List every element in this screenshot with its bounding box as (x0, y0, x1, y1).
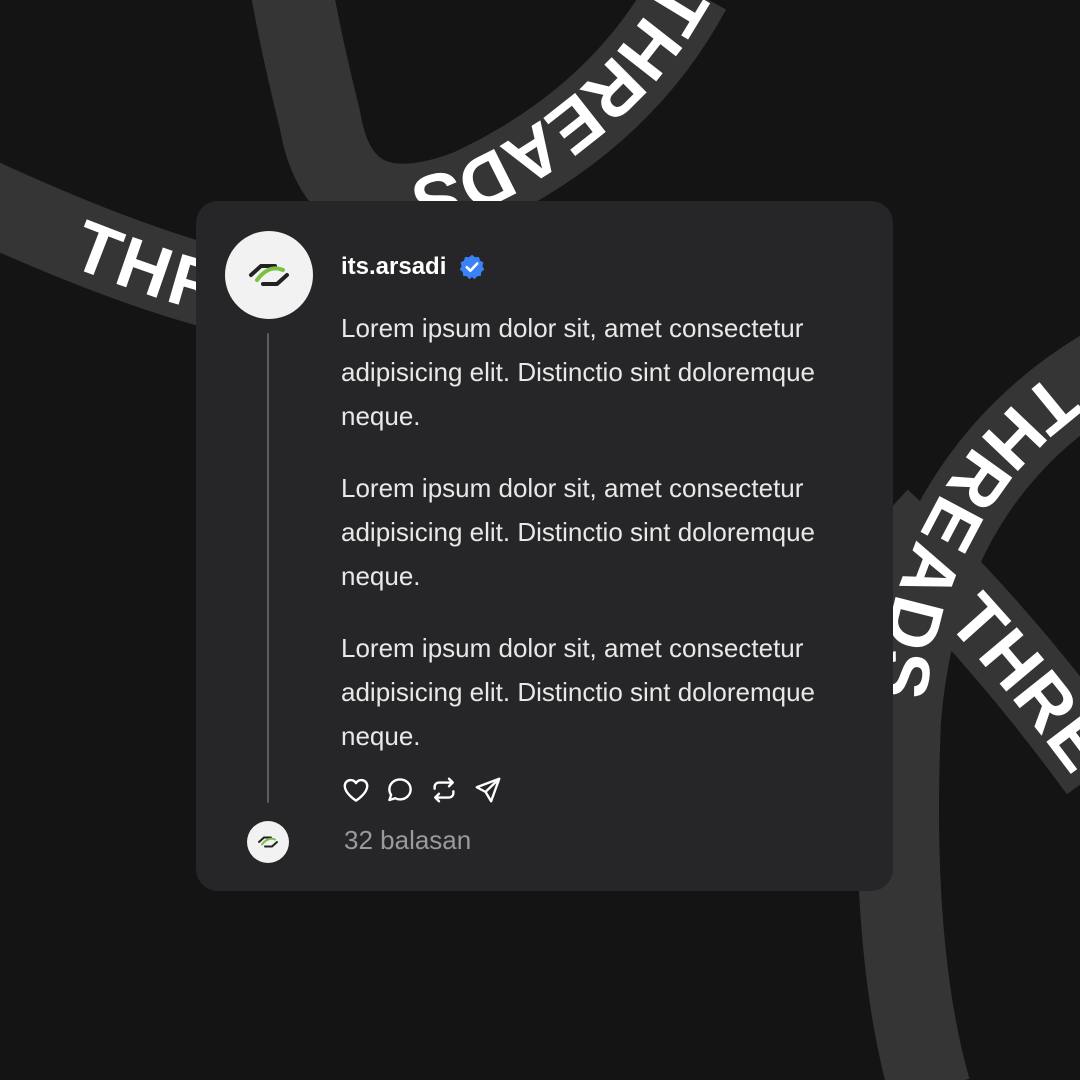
post-header: its.arsadi (341, 253, 486, 281)
share-button[interactable] (473, 775, 503, 805)
comment-icon (388, 778, 412, 802)
thread-post-card: its.arsadi Lorem ipsum dolor sit, amet c… (196, 201, 893, 891)
heart-icon (343, 778, 369, 802)
repost-button[interactable] (429, 775, 459, 805)
reply-avatar[interactable] (247, 821, 289, 863)
post-paragraph: Lorem ipsum dolor sit, amet consectetur … (341, 313, 816, 431)
threads-logo-icon (249, 264, 289, 286)
post-actions (341, 775, 503, 805)
threads-logo-icon (258, 836, 278, 848)
replies-count[interactable]: 32 balasan (344, 825, 471, 856)
post-paragraph: Lorem ipsum dolor sit, amet consectetur … (341, 633, 816, 751)
thread-connector-line (267, 333, 269, 803)
comment-button[interactable] (385, 775, 415, 805)
post-paragraph: Lorem ipsum dolor sit, amet consectetur … (341, 473, 816, 591)
avatar[interactable] (225, 231, 313, 319)
post-body: Lorem ipsum dolor sit, amet consectetur … (341, 306, 871, 786)
username[interactable]: its.arsadi (341, 253, 446, 281)
like-button[interactable] (341, 775, 371, 805)
verified-badge-icon (460, 254, 485, 280)
send-icon (475, 777, 501, 803)
repost-icon (433, 777, 455, 803)
